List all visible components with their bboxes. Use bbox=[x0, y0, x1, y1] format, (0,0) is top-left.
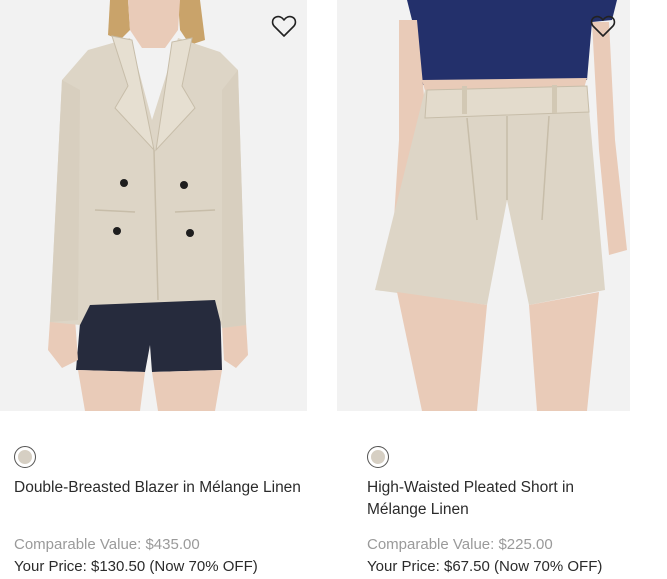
product-image[interactable] bbox=[0, 0, 307, 411]
color-swatch[interactable] bbox=[367, 446, 389, 468]
shorts-photo bbox=[337, 0, 630, 411]
wishlist-heart-icon[interactable] bbox=[590, 14, 616, 38]
comparable-value: Comparable Value: $225.00 bbox=[367, 536, 553, 553]
color-swatch[interactable] bbox=[14, 446, 36, 468]
comparable-value: Comparable Value: $435.00 bbox=[14, 536, 200, 553]
your-price: Your Price: $130.50 (Now 70% OFF) bbox=[14, 558, 258, 575]
product-card[interactable]: Double-Breasted Blazer in Mélange Linen … bbox=[0, 0, 307, 575]
product-image[interactable] bbox=[337, 0, 630, 411]
product-name[interactable]: Double-Breasted Blazer in Mélange Linen bbox=[14, 477, 304, 499]
your-price: Your Price: $67.50 (Now 70% OFF) bbox=[367, 558, 603, 575]
product-card[interactable]: High-Waisted Pleated Short in Mélange Li… bbox=[337, 0, 667, 575]
blazer-photo bbox=[0, 0, 307, 411]
wishlist-heart-icon[interactable] bbox=[271, 14, 297, 38]
product-name[interactable]: High-Waisted Pleated Short in Mélange Li… bbox=[367, 477, 637, 521]
